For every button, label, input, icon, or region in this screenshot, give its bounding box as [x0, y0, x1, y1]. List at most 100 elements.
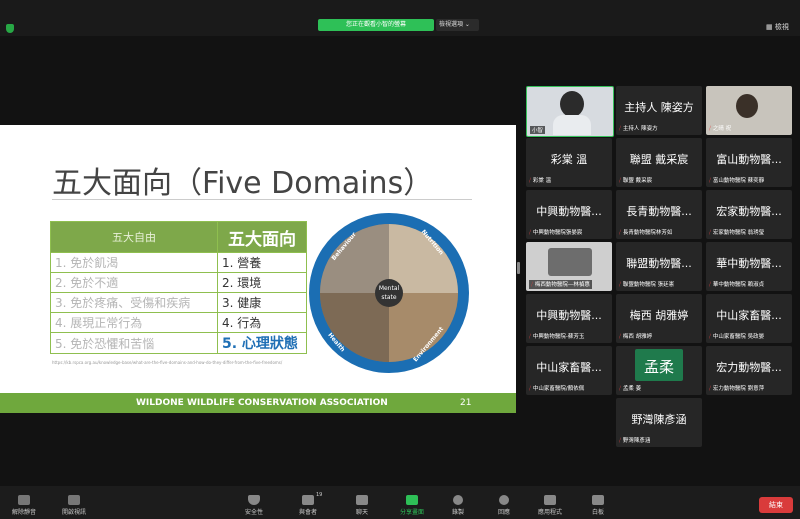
table-header-right: 五大面向 — [217, 221, 307, 253]
participant-name: 彩棠 溫 — [550, 153, 588, 166]
participant-tile-video[interactable]: ⧸ 梅西動物醫院—林禎惠 — [526, 242, 612, 291]
participant-tile[interactable]: 宏家動物醫... ⧸ 宏家動物醫院 翁琇瑩 — [706, 190, 792, 239]
mic-muted-icon: ⧸ — [709, 230, 711, 236]
record-label: 錄製 — [451, 509, 464, 516]
whiteboard-label: 白板 — [591, 509, 604, 516]
participant-label-text: 之晴 祝 — [712, 126, 732, 132]
mic-muted-icon: ⧸ — [619, 282, 621, 288]
participant-label-text: 聯盟 戴采宸 — [622, 178, 653, 184]
participant-label-text: 野灣陳彥涵 — [622, 438, 651, 444]
participant-tile[interactable]: 梅西 胡雅婷 ⧸ 梅西 胡雅婷 — [616, 294, 702, 343]
apps-button[interactable]: 應用程式 — [530, 495, 570, 516]
participant-tile[interactable]: 中興動物醫... ⧸ 中興動物醫院張晏宸 — [526, 190, 612, 239]
mic-muted-icon: ⧸ — [619, 386, 621, 392]
participant-name: 聯盟動物醫... — [626, 257, 692, 270]
participant-label-text: 彩棠 溫 — [532, 178, 552, 184]
view-button[interactable]: ▦ 檢視 — [766, 22, 789, 32]
shield-icon[interactable] — [6, 24, 14, 33]
view-options-button[interactable]: 檢視選項 ⌄ — [436, 19, 479, 31]
participants-label: 與會者 — [298, 509, 317, 516]
participant-label-text: 中山家畜醫院/顏依佩 — [532, 386, 585, 392]
mic-muted-icon: ⧸ — [709, 178, 711, 184]
participant-name: 聯盟 戴采宸 — [629, 153, 689, 166]
participant-tile[interactable]: 長青動物醫... ⧸ 長青動物醫院林芳如 — [616, 190, 702, 239]
participant-tile-video[interactable]: 小智 — [526, 86, 614, 137]
chat-button[interactable]: 聊天 — [342, 495, 382, 516]
view-button-label: 檢視 — [774, 23, 789, 31]
participant-tile[interactable]: 聯盟動物醫... ⧸ 聯盟動物醫院 張廷憲 — [616, 242, 702, 291]
participant-tile[interactable]: 中山家畜醫... ⧸ 中山家畜醫院/顏依佩 — [526, 346, 612, 395]
participant-tile[interactable]: 中興動物醫... ⧸ 中興動物醫院-蘇芳玉 — [526, 294, 612, 343]
security-button[interactable]: 安全性 — [234, 495, 274, 516]
participant-tile[interactable]: 彩棠 溫 ⧸ 彩棠 溫 — [526, 138, 612, 187]
share-icon — [406, 495, 418, 505]
unmute-button[interactable]: 解除靜音 — [4, 495, 44, 516]
mental-state-label: Mental state — [375, 279, 403, 307]
participant-tile[interactable]: 富山動物醫... ⧸ 富山動物醫院 蘇奕靜 — [706, 138, 792, 187]
participant-label: 小智 — [530, 126, 546, 134]
slide-source: https://kb.rspca.org.au/knowledge-base/w… — [52, 360, 283, 365]
avatar — [736, 94, 758, 118]
participant-tile-video[interactable]: ⧸ 之晴 祝 — [706, 86, 792, 135]
video-off-icon — [68, 495, 80, 505]
unmute-label: 解除靜音 — [11, 509, 36, 516]
participant-label-text: 宏家動物醫院 翁琇瑩 — [712, 230, 765, 236]
split-handle[interactable] — [517, 262, 520, 274]
view-options-label: 檢視選項 — [439, 21, 464, 28]
mic-muted-icon: ⧸ — [619, 126, 621, 132]
microphone-muted-icon — [18, 495, 30, 505]
shield-icon — [248, 495, 260, 505]
participant-label: ⧸ 主持人 陳姿方 — [619, 124, 658, 133]
participant-label-text: 聯盟動物醫院 張廷憲 — [622, 282, 675, 288]
participant-tile[interactable]: 孟柔 ⧸ 孟柔 姜 — [616, 346, 702, 395]
participant-name: 野灣陳彥涵 — [631, 413, 687, 426]
top-bar: 您正在觀看小智的螢幕 檢視選項 ⌄ ▦ 檢視 — [0, 0, 800, 36]
mic-muted-icon: ⧸ — [709, 282, 711, 288]
table-cell-left: 1. 免於飢渴 — [50, 252, 218, 273]
mic-muted-icon: ⧸ — [529, 386, 531, 392]
screen-share-banner: 您正在觀看小智的螢幕 — [318, 19, 434, 31]
table-cell-left: 4. 展現正常行為 — [50, 312, 218, 333]
table-cell-right: 1. 營養 — [217, 252, 307, 273]
participant-label-text: 主持人 陳姿方 — [622, 126, 658, 132]
participants-button[interactable]: 與會者 — [288, 495, 328, 516]
start-video-button[interactable]: 開啟視訊 — [54, 495, 94, 516]
table-header-left: 五大自由 — [50, 221, 218, 253]
participant-tile[interactable]: 中山家畜醫... ⧸ 中山家畜醫院 吳政晏 — [706, 294, 792, 343]
mic-muted-icon: ⧸ — [619, 438, 621, 444]
whiteboard-button[interactable]: 白板 — [578, 495, 618, 516]
slide-number: 21 — [460, 398, 472, 408]
mic-muted-icon: ⧸ — [529, 178, 531, 184]
participant-label-text: 梅西動物醫院—林禎惠 — [534, 282, 590, 288]
share-screen-button[interactable]: 分享畫面 — [392, 495, 432, 516]
footer-organization: WILDONE WILDLIFE CONSERVATION ASSOCIATIO… — [136, 398, 388, 408]
table-cell-right: 3. 健康 — [217, 292, 307, 313]
video-image — [548, 248, 592, 276]
table-cell-right: 2. 環境 — [217, 272, 307, 293]
reactions-button[interactable]: 回應 — [484, 495, 524, 516]
table-cell-right: 5. 心理狀態 — [217, 332, 307, 354]
reactions-label: 回應 — [497, 509, 510, 516]
participant-name: 宏力動物醫... — [716, 361, 782, 374]
participant-tile[interactable]: 聯盟 戴采宸 ⧸ 聯盟 戴采宸 — [616, 138, 702, 187]
participant-tile[interactable]: 主持人 陳姿方 ⧸ 主持人 陳姿方 — [616, 86, 702, 135]
share-label: 分享畫面 — [399, 509, 424, 516]
start-video-label: 開啟視訊 — [61, 509, 86, 516]
participant-tile[interactable]: 華中動物醫... ⧸ 華中動物醫院 賴淑貞 — [706, 242, 792, 291]
table-cell-right: 4. 行為 — [217, 312, 307, 333]
people-icon — [302, 495, 314, 505]
participant-tile[interactable]: 野灣陳彥涵 ⧸ 野灣陳彥涵 — [616, 398, 702, 447]
record-button[interactable]: 錄製 — [438, 495, 478, 516]
end-meeting-button[interactable]: 結束 — [759, 497, 793, 513]
table-cell-left: 5. 免於恐懼和苦惱 — [50, 332, 218, 354]
apps-icon — [544, 495, 556, 505]
table-cell-left: 3. 免於疼痛、受傷和疾病 — [50, 292, 218, 313]
emoji-icon — [499, 495, 509, 505]
table-cell-left: 2. 免於不適 — [50, 272, 218, 293]
participant-tile[interactable]: 宏力動物醫... ⧸ 宏力動物醫院 劉意萍 — [706, 346, 792, 395]
chat-label: 聊天 — [355, 509, 368, 516]
mic-muted-icon: ⧸ — [619, 178, 621, 184]
participant-label-text: 中興動物醫院張晏宸 — [532, 230, 583, 236]
mic-muted-icon: ⧸ — [709, 334, 711, 340]
participant-name: 長青動物醫... — [626, 205, 692, 218]
